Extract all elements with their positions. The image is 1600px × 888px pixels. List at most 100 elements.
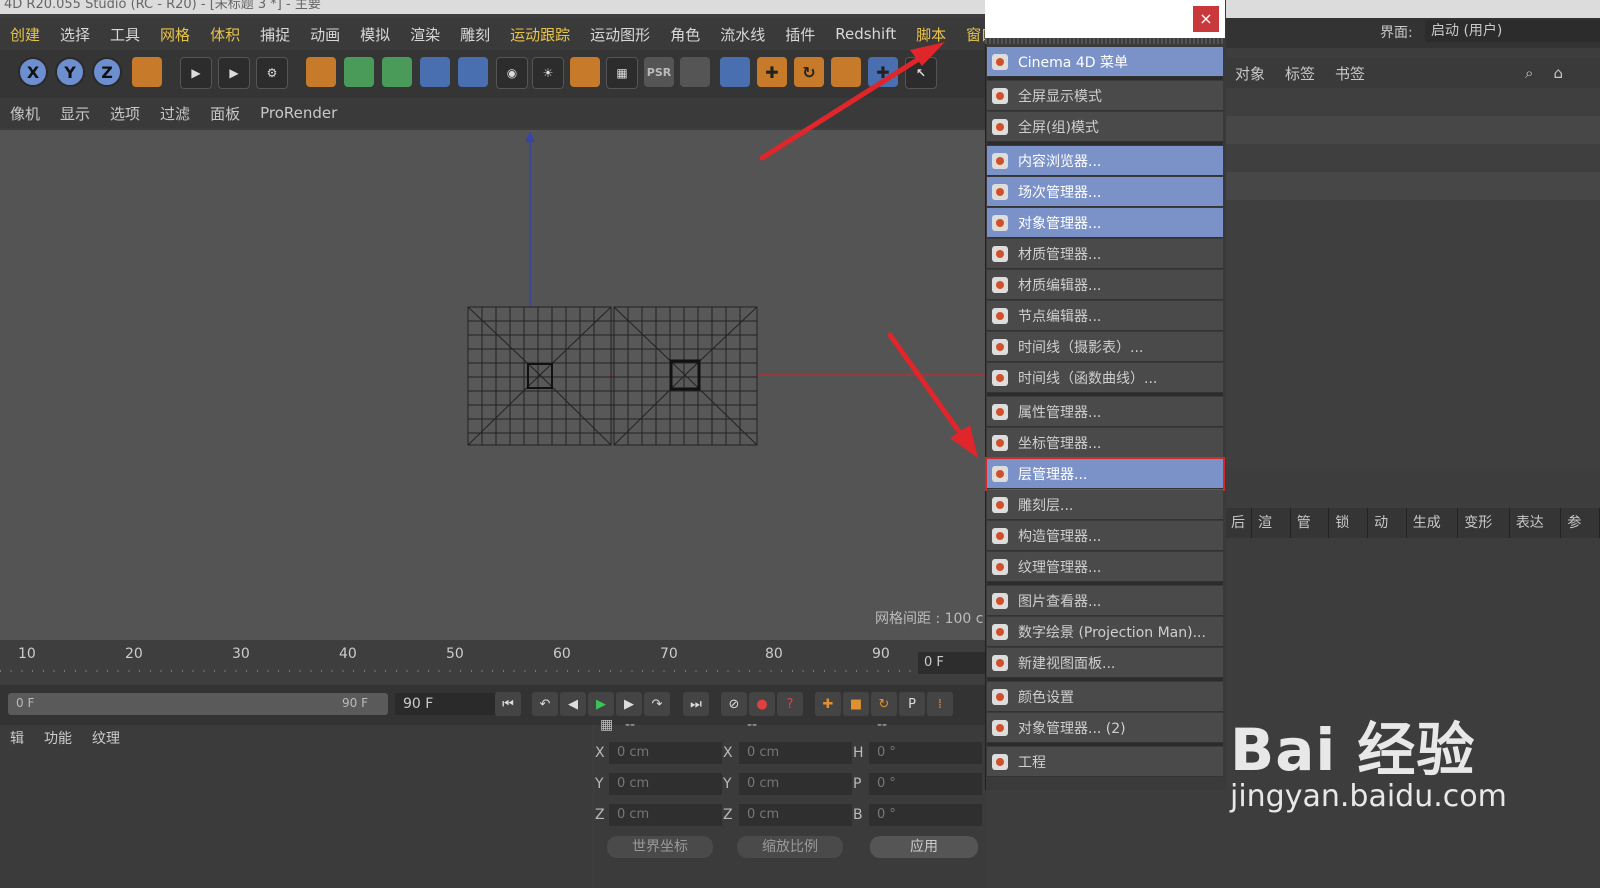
timeline-ruler[interactable]: 10 20 30 40 50 60 70 80 90	[0, 640, 985, 685]
preview-range-slider[interactable]: 0 F 90 F	[8, 693, 388, 715]
menu-animate[interactable]: 动画	[300, 24, 350, 45]
rotation-b-field[interactable]: 0 °	[869, 804, 982, 826]
coordinate-system-dropdown[interactable]: 世界坐标	[607, 836, 713, 858]
menu-script[interactable]: 脚本	[906, 24, 956, 45]
attr-tab-0[interactable]: 后	[1225, 508, 1252, 538]
menu-item-material-manager[interactable]: 材质管理器...	[987, 239, 1223, 269]
previous-frame-button[interactable]: ◀	[560, 692, 586, 716]
keyframe-off-icon[interactable]: ⊘	[721, 692, 747, 716]
play-button[interactable]: ▶	[588, 692, 614, 716]
y-axis-lock-button[interactable]: Y	[55, 57, 85, 87]
view-menu-camera[interactable]: 像机	[0, 103, 50, 124]
material-menu-function[interactable]: 功能	[34, 728, 82, 748]
rotate-tool-icon[interactable]: ↻	[794, 57, 824, 87]
render-view-icon[interactable]: ▶	[180, 57, 212, 89]
rotation-p-field[interactable]: 0 °	[869, 773, 982, 795]
menu-volume[interactable]: 体积	[200, 24, 250, 45]
menu-item-picture-viewer[interactable]: 图片查看器...	[987, 586, 1223, 616]
menu-item-attribute-manager[interactable]: 属性管理器...	[987, 397, 1223, 427]
menu-create[interactable]: 创建	[0, 24, 50, 45]
menu-mograph[interactable]: 运动图形	[580, 24, 660, 45]
attr-tab-render[interactable]: 渲染	[1252, 508, 1291, 561]
menu-item-project[interactable]: 工程	[987, 747, 1223, 777]
z-axis-lock-button[interactable]: Z	[92, 57, 122, 87]
menu-item-projection-man[interactable]: 数字绘景 (Projection Man)...	[987, 617, 1223, 647]
attr-tab-animate[interactable]: 动画	[1368, 508, 1407, 561]
render-region-icon[interactable]: ▦	[606, 57, 638, 89]
go-to-end-button[interactable]: ⏭	[683, 692, 709, 716]
size-y-field[interactable]: 0 cm	[739, 773, 852, 795]
rotation-h-field[interactable]: 0 °	[869, 742, 982, 764]
menu-plugins[interactable]: 插件	[775, 24, 825, 45]
attr-tab-reference[interactable]: 参考	[1561, 508, 1600, 561]
previous-key-button[interactable]: ↶	[532, 692, 558, 716]
apply-button[interactable]: 应用	[870, 836, 978, 858]
menu-sculpt[interactable]: 雕刻	[450, 24, 500, 45]
menu-mesh[interactable]: 网格	[150, 24, 200, 45]
3d-viewport[interactable]	[0, 130, 985, 640]
max-frame-field[interactable]: 90 F	[395, 693, 495, 715]
menu-select[interactable]: 选择	[50, 24, 100, 45]
layout-dropdown[interactable]: 启动 (用户)	[1425, 20, 1600, 42]
material-menu-edit[interactable]: 辑	[0, 728, 34, 748]
auto-keyframe-button[interactable]: ?	[777, 692, 803, 716]
render-settings-icon[interactable]: ⚙	[256, 57, 288, 89]
key-parameter-icon[interactable]: P	[899, 692, 925, 716]
home-icon[interactable]: ⌂	[1543, 64, 1573, 82]
menu-item-coordinate-manager[interactable]: 坐标管理器...	[987, 428, 1223, 458]
size-x-field[interactable]: 0 cm	[739, 742, 852, 764]
coordinate-system-icon[interactable]	[132, 57, 162, 87]
scale-mode-dropdown[interactable]: 缩放比例	[737, 836, 843, 858]
object-row[interactable]	[1225, 116, 1600, 144]
menu-item-timeline-fcurve[interactable]: 时间线（函数曲线）...	[987, 363, 1223, 393]
om-menu-tags[interactable]: 标签	[1275, 63, 1325, 84]
deformer-icon[interactable]	[420, 57, 450, 87]
menu-simulate[interactable]: 模拟	[350, 24, 400, 45]
key-scale-icon[interactable]: ■	[843, 692, 869, 716]
psr-button[interactable]: PSR	[644, 57, 674, 87]
render-to-picture-viewer-icon[interactable]: ▶	[218, 57, 250, 89]
view-menu-filter[interactable]: 过滤	[150, 103, 200, 124]
object-row[interactable]	[1225, 172, 1600, 200]
transform-lock-icon[interactable]	[680, 57, 710, 87]
menu-item-content-browser[interactable]: 内容浏览器...	[987, 146, 1223, 176]
view-menu-display[interactable]: 显示	[50, 103, 100, 124]
menu-pipeline[interactable]: 流水线	[710, 24, 775, 45]
object-list[interactable]	[1225, 88, 1600, 468]
light-icon[interactable]: ☀	[532, 57, 564, 89]
close-button[interactable]: ×	[1193, 6, 1219, 32]
key-position-icon[interactable]: ✚	[815, 692, 841, 716]
om-menu-bookmarks[interactable]: 书签	[1325, 63, 1375, 84]
menu-item-timeline-dopesheet[interactable]: 时间线（摄影表）...	[987, 332, 1223, 362]
view-menu-prorender[interactable]: ProRender	[250, 104, 347, 122]
pen-tool-icon[interactable]	[306, 57, 336, 87]
floor-icon[interactable]	[458, 57, 488, 87]
menu-motion-tracking[interactable]: 运动跟踪	[500, 24, 580, 45]
position-x-field[interactable]: 0 cm	[609, 742, 722, 764]
menu-item-color-settings[interactable]: 颜色设置	[987, 682, 1223, 712]
live-selection-icon[interactable]: ✚	[868, 57, 898, 87]
menu-item-fullscreen[interactable]: 全屏显示模式	[987, 81, 1223, 111]
cube-icon[interactable]	[720, 57, 750, 87]
menu-item-fullscreen-group[interactable]: 全屏(组)模式	[987, 112, 1223, 142]
camera-icon[interactable]: ◉	[496, 57, 528, 89]
search-icon[interactable]: ⌕	[1515, 64, 1543, 82]
menu-item-object-manager-2[interactable]: 对象管理器... (2)	[987, 713, 1223, 743]
attr-tab-manage[interactable]: 管理	[1291, 508, 1330, 561]
menu-item-new-view-panel[interactable]: 新建视图面板...	[987, 648, 1223, 678]
select-arrow-icon[interactable]: ↖	[905, 57, 937, 89]
key-point-level-icon[interactable]: ⁞	[927, 692, 953, 716]
scale-tool-icon[interactable]	[831, 57, 861, 87]
menu-item-object-manager[interactable]: 对象管理器...	[987, 208, 1223, 238]
position-y-field[interactable]: 0 cm	[609, 773, 722, 795]
go-to-start-button[interactable]: ⏮	[495, 692, 521, 716]
menu-item-node-editor[interactable]: 节点编辑器...	[987, 301, 1223, 331]
menu-item-structure-manager[interactable]: 构造管理器...	[987, 521, 1223, 551]
om-menu-objects[interactable]: 对象	[1225, 63, 1275, 84]
attr-tab-generator[interactable]: 生成器	[1407, 508, 1459, 561]
menu-item-cinema4d-menu[interactable]: Cinema 4D 菜单	[987, 47, 1223, 77]
menu-redshift[interactable]: Redshift	[825, 25, 906, 43]
view-menu-panel[interactable]: 面板	[200, 103, 250, 124]
attr-tab-deformer[interactable]: 变形器	[1458, 508, 1510, 561]
menu-item-material-editor[interactable]: 材质编辑器...	[987, 270, 1223, 300]
